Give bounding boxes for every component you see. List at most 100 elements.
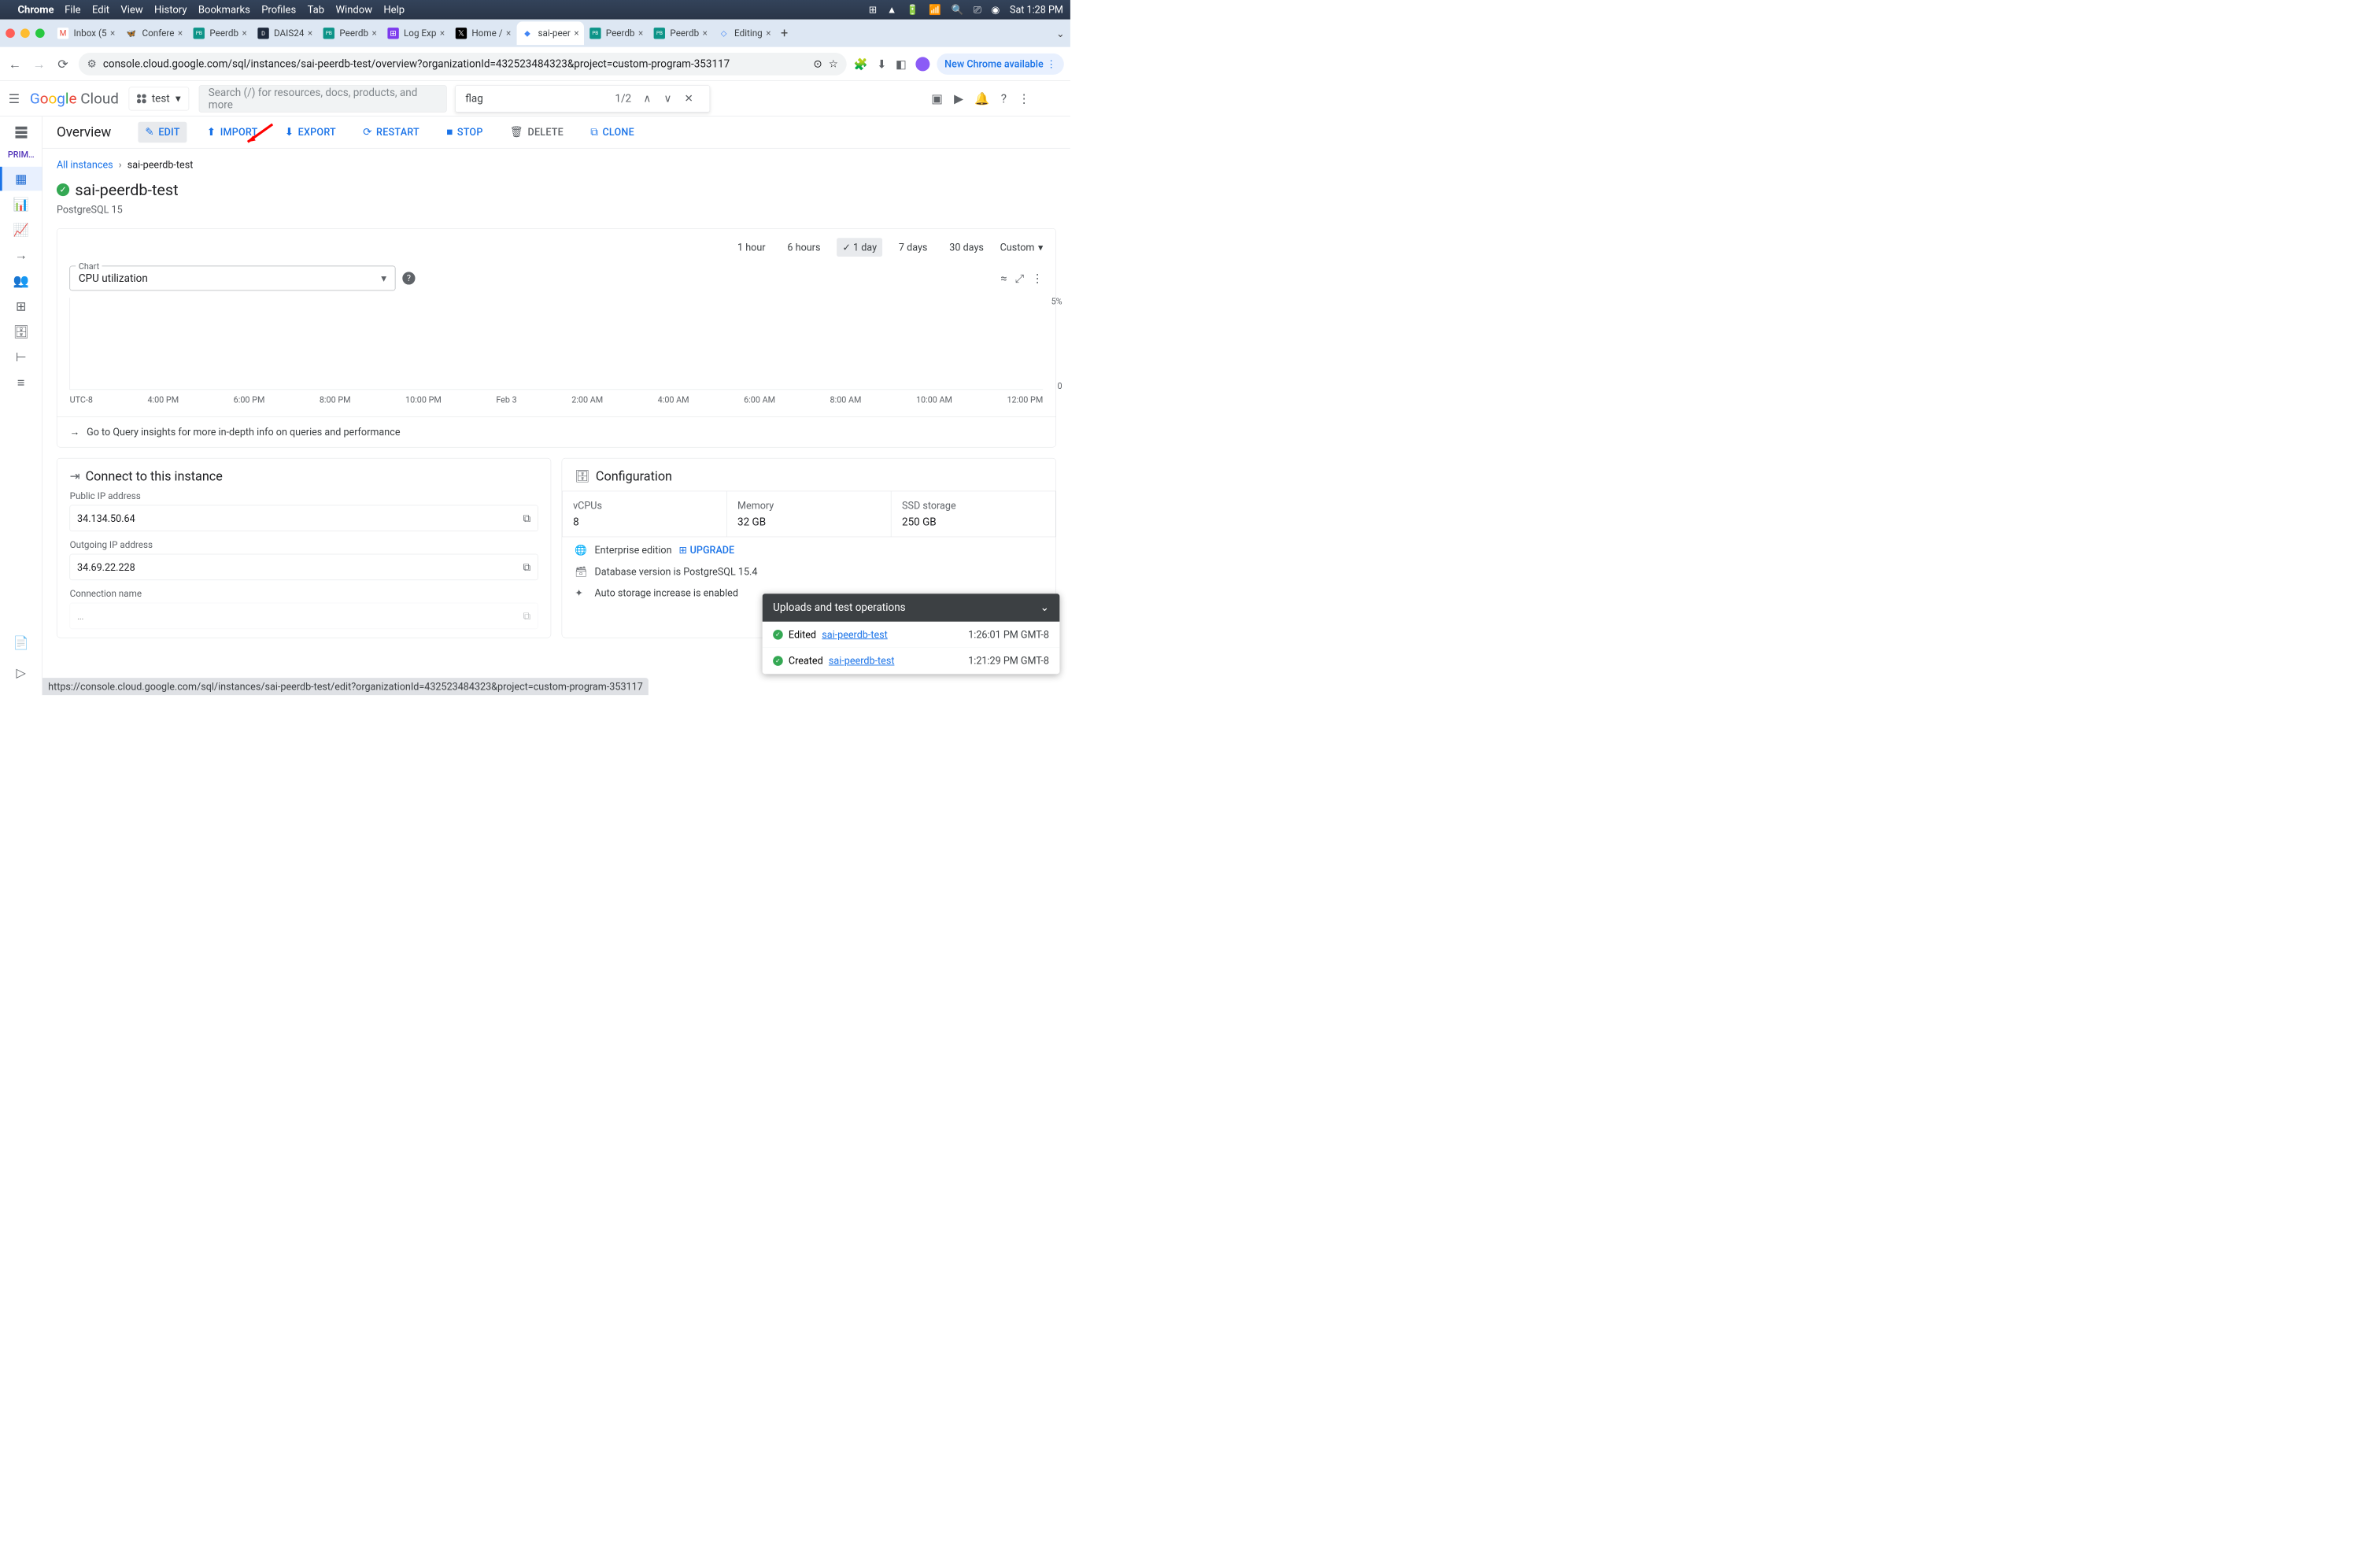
upgrade-button[interactable]: ⊞UPGRADE	[679, 544, 735, 556]
time-7days[interactable]: 7 days	[893, 238, 933, 257]
rail-item[interactable]: ⊢	[0, 345, 42, 369]
tray-icon[interactable]: ⊞	[869, 4, 878, 16]
downloads-icon[interactable]: ⬇	[877, 57, 886, 71]
account-avatar[interactable]	[1041, 88, 1062, 109]
menu-window[interactable]: Window	[335, 4, 372, 16]
connection-name-field[interactable]: …⧉	[70, 603, 538, 629]
nav-menu-icon[interactable]: ☰	[9, 91, 20, 106]
menu-edit[interactable]: Edit	[92, 4, 109, 16]
close-tab-icon[interactable]: ×	[242, 28, 247, 39]
chart-expand-icon[interactable]: ⤢	[1014, 272, 1024, 286]
rail-item[interactable]: 📈	[0, 218, 42, 242]
close-tab-icon[interactable]: ×	[703, 28, 708, 39]
rail-item[interactable]: ⊞	[0, 294, 42, 319]
browser-tab[interactable]: ⊞Log Exp×	[382, 21, 449, 45]
stop-button[interactable]: ■STOP	[439, 122, 490, 143]
toast-link[interactable]: sai-peerdb-test	[829, 655, 895, 667]
copy-icon[interactable]: ⧉	[523, 610, 530, 623]
cloud-sql-icon[interactable]	[13, 124, 30, 141]
find-prev-icon[interactable]: ∧	[637, 92, 657, 105]
browser-tab[interactable]: PBPeerdb×	[188, 21, 252, 45]
cloud-shell-icon[interactable]: ▣	[931, 91, 942, 105]
lens-icon[interactable]: ⊙	[813, 57, 822, 70]
close-tab-icon[interactable]: ×	[308, 28, 312, 39]
chevron-down-icon[interactable]: ⌄	[1040, 601, 1049, 614]
menu-file[interactable]: File	[65, 4, 80, 16]
window-controls[interactable]	[6, 28, 44, 38]
menu-view[interactable]: View	[120, 4, 142, 16]
clock[interactable]: Sat 1:28 PM	[1010, 4, 1063, 16]
browser-tab[interactable]: PBPeerdb×	[649, 21, 712, 45]
time-1hour[interactable]: 1 hour	[732, 238, 771, 257]
browser-tab[interactable]: DDAIS24×	[253, 21, 317, 45]
address-bar[interactable]: ⚙ console.cloud.google.com/sql/instances…	[79, 53, 847, 76]
insights-link[interactable]: → Go to Query insights for more in-depth…	[57, 416, 1055, 447]
close-tab-icon[interactable]: ×	[766, 28, 771, 39]
find-in-page-bar[interactable]: flag 1/2 ∧ ∨ ✕	[455, 85, 710, 112]
rail-item[interactable]: 🗄	[0, 320, 42, 344]
edit-button[interactable]: ✎EDIT	[138, 122, 187, 143]
rail-item[interactable]: 📄	[13, 631, 29, 655]
public-ip-field[interactable]: 34.134.50.64⧉	[70, 505, 538, 531]
delete-button[interactable]: 🗑DELETE	[503, 122, 571, 143]
time-30days[interactable]: 30 days	[944, 238, 989, 257]
update-chrome-button[interactable]: New Chrome available⋮	[937, 54, 1064, 75]
find-next-icon[interactable]: ∨	[657, 92, 678, 105]
breadcrumb-root[interactable]: All instances	[57, 159, 113, 171]
time-6hours[interactable]: 6 hours	[782, 238, 826, 257]
spotlight-icon[interactable]: 🔍	[951, 4, 963, 16]
clone-button[interactable]: ⧉CLONE	[583, 122, 641, 143]
wifi-icon[interactable]: 📶	[929, 4, 941, 16]
back-button[interactable]: ←	[6, 55, 24, 72]
toast-link[interactable]: sai-peerdb-test	[822, 629, 888, 641]
browser-tab[interactable]: 𝕏Home /×	[450, 21, 516, 45]
close-tab-icon[interactable]: ×	[638, 28, 643, 39]
menu-tab[interactable]: Tab	[308, 4, 324, 16]
rail-item[interactable]: ≡	[0, 371, 42, 395]
browser-tab[interactable]: ◇Editing×	[713, 21, 776, 45]
toast-header[interactable]: Uploads and test operations⌄	[763, 594, 1060, 622]
project-picker[interactable]: test▾	[129, 87, 189, 110]
time-1day[interactable]: 1 day	[837, 238, 882, 257]
bookmark-icon[interactable]: ☆	[829, 57, 838, 70]
chart-metric-select[interactable]: Chart CPU utilization▾	[70, 266, 396, 290]
battery-icon[interactable]: 🔋	[907, 4, 919, 16]
close-tab-icon[interactable]: ×	[506, 28, 511, 39]
menu-history[interactable]: History	[154, 4, 187, 16]
control-center-icon[interactable]: ⎚	[974, 4, 981, 16]
chart-legend-icon[interactable]: ≈	[1000, 272, 1007, 286]
tab-overflow-icon[interactable]: ⌄	[1056, 28, 1065, 39]
menu-help[interactable]: Help	[383, 4, 405, 16]
time-custom[interactable]: Custom▾	[1000, 242, 1044, 253]
restart-button[interactable]: ⟳RESTART	[356, 122, 427, 143]
close-tab-icon[interactable]: ×	[440, 28, 445, 39]
close-tab-icon[interactable]: ×	[574, 28, 578, 39]
reload-button[interactable]: ⟳	[54, 55, 72, 72]
browser-tab-active[interactable]: ◆sai-peer×	[516, 21, 583, 45]
google-cloud-logo[interactable]: Google Cloud	[30, 90, 119, 107]
rail-item[interactable]: 👥	[0, 268, 42, 293]
notifications-icon[interactable]: 🔔	[974, 91, 989, 105]
menu-profiles[interactable]: Profiles	[261, 4, 296, 16]
cloud-search-input[interactable]: Search (/) for resources, docs, products…	[199, 85, 447, 112]
help-icon[interactable]: ?	[402, 272, 415, 284]
browser-tab[interactable]: PBPeerdb×	[585, 21, 649, 45]
profile-avatar[interactable]	[915, 57, 929, 71]
browser-tab[interactable]: PBPeerdb×	[318, 21, 382, 45]
tray-icon[interactable]: ▲	[887, 4, 896, 16]
new-tab-button[interactable]: +	[781, 26, 788, 41]
find-close-icon[interactable]: ✕	[678, 92, 699, 105]
close-tab-icon[interactable]: ×	[372, 28, 377, 39]
sidepanel-icon[interactable]: ◧	[896, 57, 907, 71]
copy-icon[interactable]: ⧉	[523, 512, 530, 524]
help-icon[interactable]: ?	[1001, 91, 1007, 105]
more-icon[interactable]: ⋮	[1018, 91, 1029, 105]
app-name[interactable]: Chrome	[17, 4, 54, 16]
copy-icon[interactable]: ⧉	[523, 561, 530, 574]
forward-button[interactable]: →	[31, 55, 48, 72]
rail-item[interactable]: ▷	[13, 660, 29, 685]
chart-more-icon[interactable]: ⋮	[1032, 272, 1043, 286]
menu-bookmarks[interactable]: Bookmarks	[198, 4, 250, 16]
find-query[interactable]: flag	[465, 92, 615, 105]
rail-item[interactable]: 📊	[0, 192, 42, 216]
